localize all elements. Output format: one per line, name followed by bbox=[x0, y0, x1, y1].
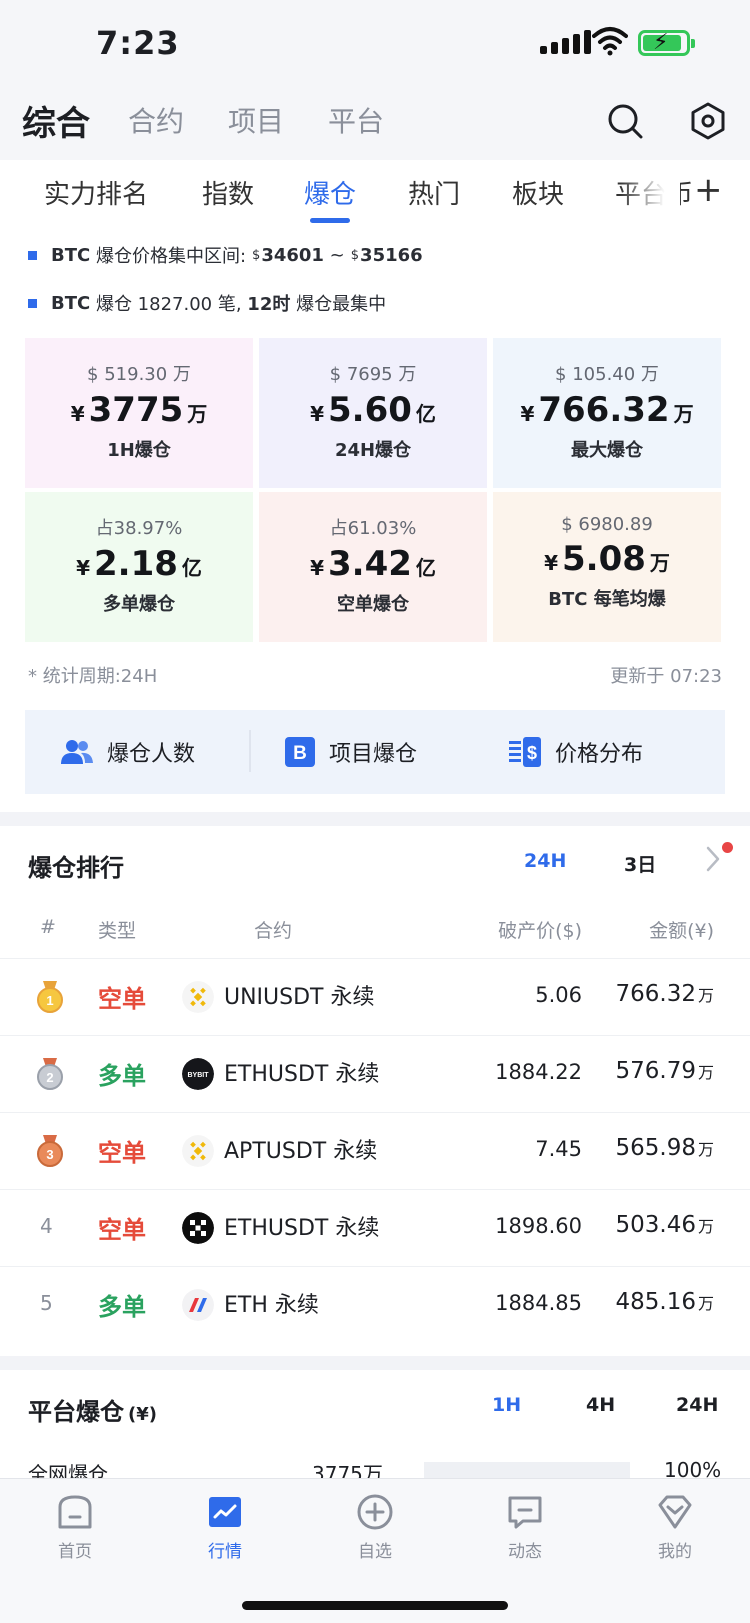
stat-card-short: 占61.03% ¥3.42 亿 空单爆仓 bbox=[259, 492, 487, 642]
binance-logo-icon bbox=[182, 1135, 214, 1167]
category-tabs: 实力排名 指数 爆仓 热门 板块 平台币 + bbox=[0, 160, 750, 230]
table-row[interactable]: 5 多单 ETH 永续 1884.85 485.16 万 bbox=[0, 1266, 750, 1343]
stat-card-long: 占38.97% ¥2.18 亿 多单爆仓 bbox=[25, 492, 253, 642]
stat-card-max: $ 105.40 万 ¥766.32 万 最大爆仓 bbox=[493, 338, 721, 488]
diamond-icon bbox=[658, 1495, 692, 1529]
wifi-icon bbox=[592, 27, 628, 56]
top-header: 综合 合约 项目 平台 bbox=[0, 88, 750, 160]
okx-logo-icon bbox=[182, 1212, 214, 1244]
subtab-ranking[interactable]: 实力排名 bbox=[44, 174, 148, 211]
cellular-signal-icon bbox=[540, 30, 591, 54]
gold-medal-icon: 1 bbox=[37, 981, 63, 1013]
col-rank: # bbox=[40, 916, 56, 938]
bitmex-logo-icon bbox=[182, 1289, 214, 1321]
table-row[interactable]: 4 空单 ETHUSDT 永续 1898.60 503.46 万 bbox=[0, 1189, 750, 1266]
platform-period-1h[interactable]: 1H bbox=[492, 1394, 521, 1416]
ranking-period-24h[interactable]: 24H bbox=[524, 850, 566, 872]
stat-card-24h: $ 7695 万 ¥5.60 亿 24H爆仓 bbox=[259, 338, 487, 488]
nav-watchlist[interactable]: 自选 bbox=[335, 1493, 415, 1562]
ranking-period-3d[interactable]: 3日 bbox=[624, 850, 656, 877]
nav-home[interactable]: 首页 bbox=[35, 1493, 115, 1562]
price-chart-icon: $ bbox=[509, 737, 541, 767]
bullet-icon bbox=[28, 298, 37, 308]
message-icon bbox=[508, 1496, 542, 1529]
bottom-nav: 首页 行情 自选 动态 我的 bbox=[0, 1478, 750, 1623]
tab-contract[interactable]: 合约 bbox=[128, 100, 184, 140]
binance-logo-icon bbox=[182, 981, 214, 1013]
quick-actions-bar: 爆仓人数 B 项目爆仓 $ 价格分布 bbox=[25, 710, 725, 794]
silver-medal-icon: 2 bbox=[37, 1058, 63, 1090]
tab-platform[interactable]: 平台 bbox=[328, 100, 384, 140]
liquidation-overview: BTC 爆仓价格集中区间: $34601 ~ $35166 BTC 爆仓 182… bbox=[0, 230, 750, 812]
active-tab-indicator bbox=[310, 218, 350, 223]
svg-text:1: 1 bbox=[46, 993, 53, 1008]
chevron-right-icon[interactable] bbox=[706, 846, 720, 872]
liquidated-users-button[interactable]: 爆仓人数 bbox=[61, 736, 195, 768]
svg-text:3: 3 bbox=[46, 1147, 53, 1162]
col-contract: 合约 bbox=[254, 920, 293, 942]
platform-period-4h[interactable]: 4H bbox=[586, 1394, 615, 1416]
platform-title: 平台爆仓 (¥) bbox=[28, 1398, 157, 1426]
platform-row-name: 全网爆仓 bbox=[28, 1462, 108, 1480]
svg-text:2: 2 bbox=[46, 1070, 53, 1085]
subtab-liquidation[interactable]: 爆仓 bbox=[304, 174, 356, 211]
search-icon[interactable] bbox=[606, 102, 644, 140]
settings-hexagon-icon[interactable] bbox=[690, 102, 726, 140]
svg-text:B: B bbox=[293, 743, 307, 764]
liquidation-count-info: BTC 爆仓 1827.00 笔, 12时 爆仓最集中 bbox=[28, 290, 386, 316]
bybit-logo-icon: BYBIT bbox=[182, 1058, 214, 1090]
col-bankrupt-price: 破产价($) bbox=[498, 920, 582, 942]
table-row[interactable]: 1 空单 UNIUSDT 永续 5.06 766.32 万 bbox=[0, 958, 750, 1035]
users-icon bbox=[61, 740, 93, 764]
svg-text:BYBIT: BYBIT bbox=[188, 1072, 210, 1079]
platform-row-value: 3775万 bbox=[312, 1462, 383, 1480]
bitcoin-icon: B bbox=[285, 737, 315, 767]
updated-time: 更新于 07:23 bbox=[610, 666, 722, 687]
subtab-sector[interactable]: 板块 bbox=[512, 174, 564, 211]
price-range-info: BTC 爆仓价格集中区间: $34601 ~ $35166 bbox=[28, 242, 423, 268]
tab-overview[interactable]: 综合 bbox=[22, 96, 90, 145]
market-chart-icon bbox=[209, 1497, 241, 1527]
status-bar: 7:23 ⚡ bbox=[0, 0, 750, 88]
bronze-medal-icon: 3 bbox=[37, 1135, 63, 1167]
table-row[interactable]: 3 空单 APTUSDT 永续 7.45 565.98 万 bbox=[0, 1112, 750, 1189]
liquidation-ranking: 爆仓排行 24H 3日 # 类型 合约 破产价($) 金额(¥) 1 空单 UN… bbox=[0, 826, 750, 1356]
platform-row-pct: 100% bbox=[664, 1458, 722, 1480]
platform-period-24h[interactable]: 24H bbox=[676, 1394, 718, 1416]
stat-card-avg: $ 6980.89 ¥5.08 万 BTC 每笔均爆 bbox=[493, 492, 721, 642]
table-row[interactable]: 2 多单 BYBIT ETHUSDT 永续 1884.22 576.79 万 bbox=[0, 1035, 750, 1112]
ranking-title: 爆仓排行 bbox=[28, 854, 124, 882]
tab-project[interactable]: 项目 bbox=[228, 100, 284, 140]
battery-icon: ⚡ bbox=[638, 30, 695, 56]
nav-market[interactable]: 行情 bbox=[185, 1493, 265, 1562]
notification-dot bbox=[722, 842, 733, 853]
stats-grid: $ 519.30 万 ¥3775 万 1H爆仓 $ 7695 万 ¥5.60 亿 2… bbox=[25, 338, 725, 642]
nav-profile[interactable]: 我的 bbox=[635, 1493, 715, 1562]
bullet-icon bbox=[28, 250, 37, 260]
col-amount: 金额(¥) bbox=[649, 920, 714, 942]
platform-liquidation: 平台爆仓 (¥) 1H 4H 24H 全网爆仓 3775万 100% bbox=[0, 1370, 750, 1480]
nav-feed[interactable]: 动态 bbox=[485, 1493, 565, 1562]
stats-period-note: * 统计周期:24H bbox=[28, 666, 158, 687]
home-icon bbox=[58, 1495, 92, 1529]
svg-text:$: $ bbox=[527, 743, 537, 763]
status-time: 7:23 bbox=[96, 24, 180, 62]
stat-card-1h: $ 519.30 万 ¥3775 万 1H爆仓 bbox=[25, 338, 253, 488]
col-type: 类型 bbox=[98, 920, 137, 942]
price-distribution-button[interactable]: $ 价格分布 bbox=[509, 736, 643, 768]
add-circle-icon bbox=[357, 1494, 393, 1530]
subtab-index[interactable]: 指数 bbox=[202, 174, 254, 211]
subtab-hot[interactable]: 热门 bbox=[408, 174, 460, 211]
add-tab-icon[interactable]: + bbox=[694, 170, 723, 210]
project-liquidation-button[interactable]: B 项目爆仓 bbox=[285, 736, 417, 768]
home-indicator bbox=[242, 1601, 508, 1610]
